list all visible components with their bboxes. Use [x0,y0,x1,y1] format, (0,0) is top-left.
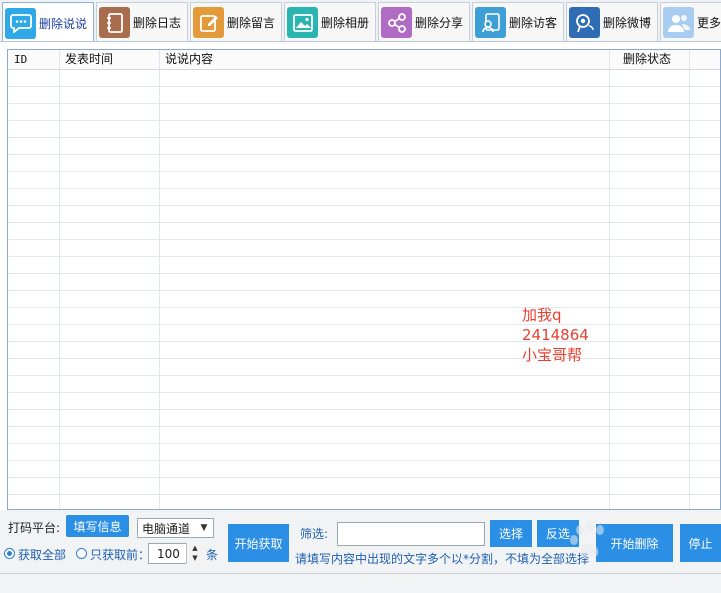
fetch-first-radio[interactable] [76,548,87,559]
count-unit-label: 条 [206,548,219,562]
tab-label: 更多 [697,16,721,30]
weibo-icon [569,7,600,38]
start-delete-button[interactable]: 开始删除 [596,524,673,562]
fetch-first-label[interactable]: 只获取前： [90,546,150,563]
overlay-line: 小宝哥帮 [522,346,583,364]
shuoshuo-table[interactable]: ID 发表时间 说说内容 删除状态 [7,49,721,510]
tab-label: 删除说说 [39,16,88,31]
tab-strip: 删除说说 删除日志 删除留言 删除相册 删除分享 删除访客 删除微博 更多 [0,0,721,42]
photo-icon [287,7,318,38]
tab-label: 删除分享 [415,16,464,30]
invert-select-button[interactable]: 反选 [537,520,579,547]
tab-label: 删除访客 [509,16,558,30]
tab-delete-shuoshuo[interactable]: 删除说说 [2,2,94,41]
tab-label: 删除微博 [603,16,652,30]
table-header: ID 发表时间 说说内容 删除状态 [8,50,720,70]
tab-delete-visitors[interactable]: 删除访客 [472,2,564,41]
column-header-id[interactable]: ID [8,50,59,70]
overlay-line: 2414864 [522,326,589,344]
start-fetch-button[interactable]: 开始获取 [228,524,289,562]
status-divider [0,573,721,574]
fetch-all-label[interactable]: 获取全部 [18,546,66,563]
column-header-content[interactable]: 说说内容 [159,50,609,70]
column-divider [689,50,690,509]
column-divider [59,50,60,509]
fill-info-button[interactable]: 填写信息 [66,515,129,537]
tab-delete-weibo[interactable]: 删除微博 [566,2,658,41]
contact-overlay: 加我q 2414864 小宝哥帮 [522,305,589,365]
stepper-down-icon[interactable]: ▼ [187,553,203,563]
channel-select[interactable]: 电脑通道 ▼ [137,518,214,538]
channel-select-value: 电脑通道 [142,521,191,536]
users-icon [663,7,694,38]
chevron-down-icon: ▼ [200,523,208,533]
column-divider [609,50,610,509]
table-body[interactable] [8,70,720,509]
tab-label: 删除日志 [133,16,182,30]
tab-more[interactable]: 更多 [660,2,721,41]
tab-delete-messages[interactable]: 删除留言 [190,2,282,41]
tab-label: 删除留言 [227,16,276,30]
select-button[interactable]: 选择 [490,520,532,547]
column-header-delete-status[interactable]: 删除状态 [617,50,697,70]
notebook-icon [99,7,130,38]
filter-hint: 请填写内容中出现的文字多个以*分割，不填为全部选择 [295,552,590,566]
fetch-all-radio[interactable] [4,548,15,559]
chat-bubble-icon [5,7,36,39]
filter-label: 筛选: [300,527,329,541]
visitor-icon [475,7,506,38]
tab-label: 删除相册 [321,16,370,30]
column-header-post-time[interactable]: 发表时间 [59,50,159,70]
fetch-count-stepper[interactable]: ▲ ▼ [186,543,203,564]
edit-note-icon [193,7,224,38]
column-divider [159,50,160,509]
overlay-line: 加我q [522,306,562,324]
tab-delete-albums[interactable]: 删除相册 [284,2,376,41]
captcha-platform-label: 打码平台: [8,521,61,535]
filter-input[interactable] [337,522,485,546]
tab-delete-shares[interactable]: 删除分享 [378,2,470,41]
stepper-up-icon[interactable]: ▲ [187,543,203,553]
tab-delete-blog[interactable]: 删除日志 [96,2,188,41]
share-icon [381,7,412,38]
stop-button[interactable]: 停止 [680,524,721,562]
